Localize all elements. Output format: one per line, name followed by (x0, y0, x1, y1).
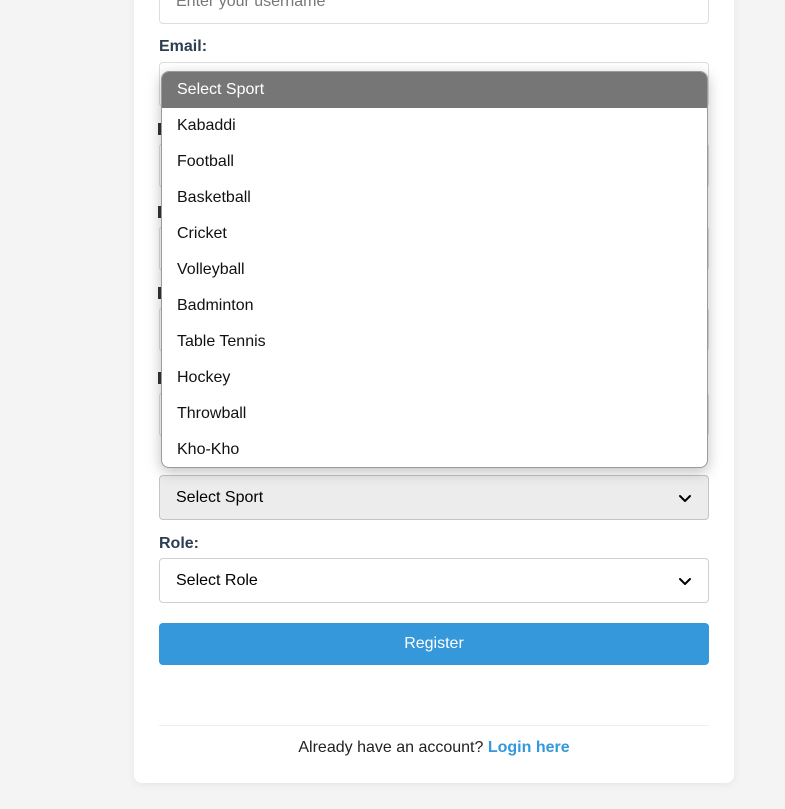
sport-option-badminton[interactable]: Badminton (162, 288, 707, 324)
sport-option-select-sport[interactable]: Select Sport (162, 72, 707, 108)
sport-option-kabaddi[interactable]: Kabaddi (162, 108, 707, 144)
sport-option-football[interactable]: Football (162, 144, 707, 180)
login-prompt-text: Already have an account? (298, 739, 484, 756)
sport-option-table-tennis[interactable]: Table Tennis (162, 324, 707, 360)
role-select-value: Select Role (176, 571, 258, 589)
sport-option-volleyball[interactable]: Volleyball (162, 252, 707, 288)
sport-select[interactable]: Select Sport (159, 475, 709, 520)
sport-select-value: Select Sport (176, 488, 264, 506)
chevron-down-icon (678, 491, 692, 505)
sport-dropdown-list: Select Sport Kabaddi Football Basketball… (161, 71, 708, 468)
sport-option-hockey[interactable]: Hockey (162, 360, 707, 396)
sport-option-cricket[interactable]: Cricket (162, 216, 707, 252)
sport-option-basketball[interactable]: Basketball (162, 180, 707, 216)
footer-divider (159, 725, 709, 726)
email-label: Email: (159, 38, 208, 55)
role-select[interactable]: Select Role (159, 558, 709, 603)
register-button[interactable]: Register (159, 623, 709, 665)
role-label: Role: (159, 535, 199, 552)
login-prompt: Already have an account? Login here (159, 739, 709, 757)
sport-option-throwball[interactable]: Throwball (162, 396, 707, 432)
sport-option-kho-kho[interactable]: Kho-Kho (162, 432, 707, 467)
username-input[interactable] (159, 0, 709, 24)
chevron-down-icon (678, 574, 692, 588)
login-link[interactable]: Login here (488, 739, 570, 756)
